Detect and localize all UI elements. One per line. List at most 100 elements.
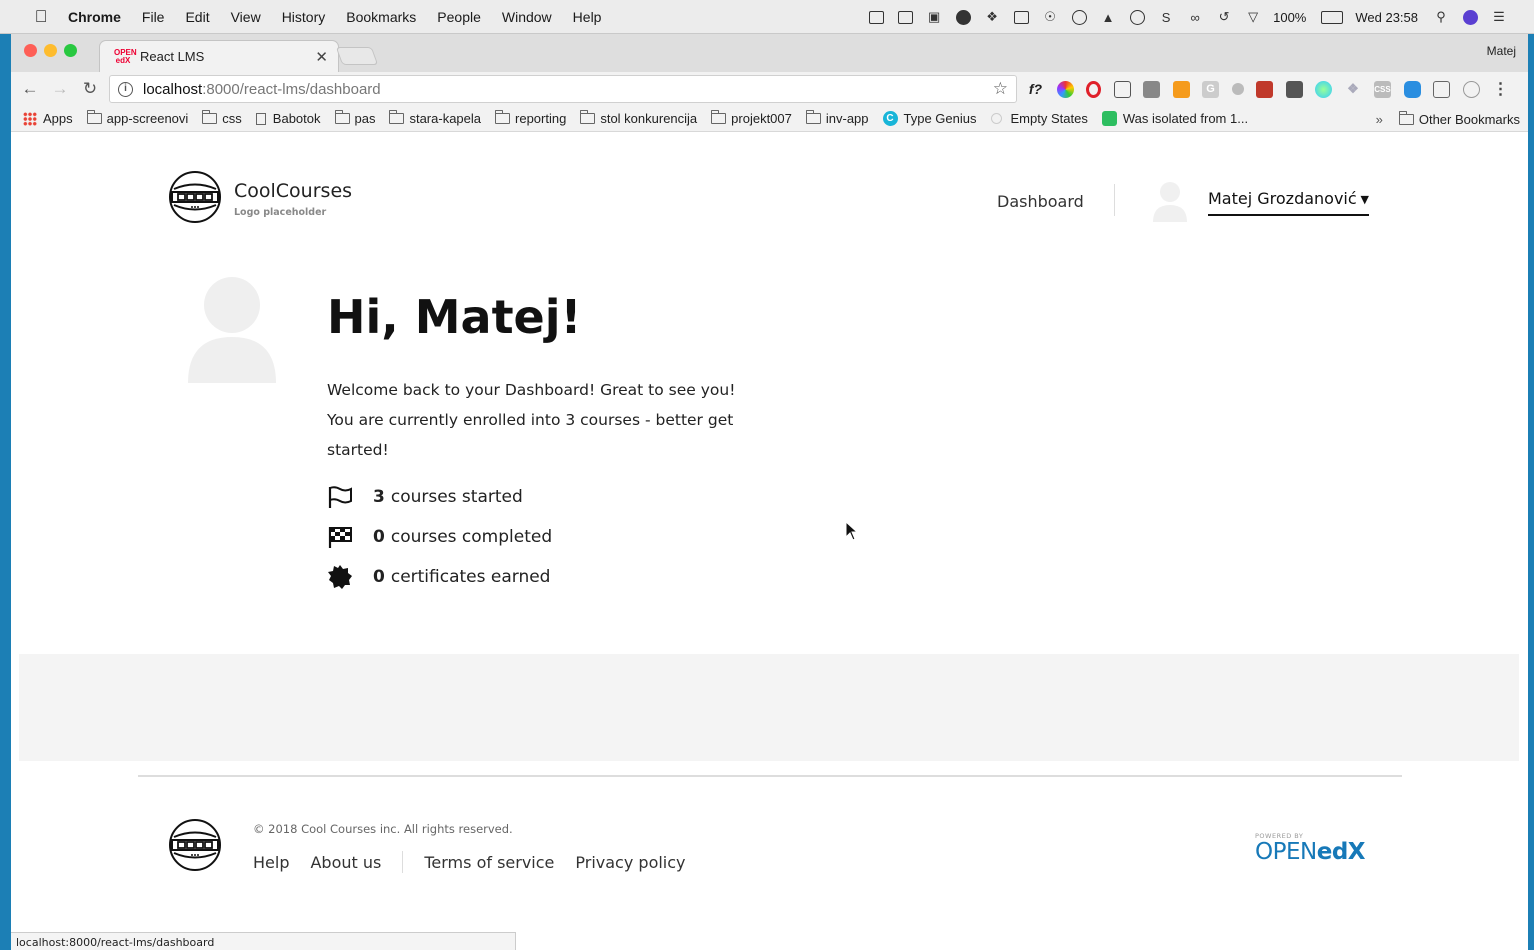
- profile-avatar-icon: [188, 277, 276, 383]
- menu-window[interactable]: Window: [502, 9, 552, 25]
- tab-react-lms[interactable]: OPEN edX React LMS ✕: [99, 40, 339, 72]
- chrome-menu-icon[interactable]: ⋮: [1492, 81, 1509, 98]
- stat-courses-completed: 0 courses completed: [327, 524, 552, 550]
- menu-history[interactable]: History: [282, 9, 326, 25]
- stat-count: 0: [373, 567, 385, 587]
- powered-by-openedx-logo[interactable]: POWERED BY OPENedX: [1255, 832, 1371, 866]
- ghostery-icon[interactable]: [1231, 83, 1244, 95]
- bookmark-apps[interactable]: Apps: [23, 111, 73, 126]
- bookmark-app-screenovi[interactable]: app-screenovi: [86, 110, 188, 126]
- menu-view[interactable]: View: [231, 9, 261, 25]
- music-icon[interactable]: [954, 9, 972, 25]
- footer-link-help[interactable]: Help: [253, 853, 289, 872]
- site-info-icon[interactable]: i: [118, 81, 133, 97]
- skype-icon[interactable]: S: [1157, 9, 1175, 25]
- window-minimize-button[interactable]: [44, 44, 57, 57]
- dropbox-ext-icon[interactable]: ❖: [1345, 81, 1362, 98]
- clock[interactable]: Wed 23:58: [1355, 10, 1418, 25]
- mouse-pointer-icon: [845, 521, 859, 541]
- bookmark-other-bookmarks[interactable]: Other Bookmarks: [1398, 110, 1520, 127]
- analytics-icon[interactable]: [1172, 80, 1190, 98]
- glasses-icon[interactable]: ∞: [1186, 9, 1204, 25]
- notification-center-icon[interactable]: ☰: [1490, 9, 1508, 25]
- colorzilla-icon[interactable]: [1315, 80, 1332, 98]
- bookmark-was-isolated[interactable]: Was isolated from 1...: [1101, 111, 1248, 126]
- color-picker-icon[interactable]: [1056, 80, 1074, 98]
- address-bar[interactable]: i localhost :8000/react-lms/dashboard ☆: [109, 75, 1017, 103]
- menu-bookmarks[interactable]: Bookmarks: [346, 9, 416, 25]
- bookmark-css[interactable]: css: [202, 110, 242, 126]
- time-machine-icon[interactable]: ↺: [1215, 9, 1233, 25]
- lastpass-icon[interactable]: [1256, 80, 1273, 98]
- bookmark-babotok[interactable]: Babotok: [255, 111, 321, 126]
- screen-record-icon[interactable]: [867, 9, 885, 25]
- user-avatar-icon[interactable]: [1151, 180, 1189, 222]
- kaleidoscope-icon[interactable]: [1012, 9, 1030, 25]
- menu-help[interactable]: Help: [573, 9, 602, 25]
- folder-icon: [202, 110, 218, 124]
- bookmark-projekt007[interactable]: projekt007: [711, 110, 792, 126]
- screenshot-icon[interactable]: [1113, 80, 1131, 98]
- openedx-open-text: OPEN: [1255, 839, 1317, 865]
- user-name: Matej Grozdanović: [1208, 189, 1357, 208]
- dropbox-icon[interactable]: ❖: [983, 9, 1001, 25]
- openedx-edx-text: edX: [1316, 839, 1366, 865]
- bookmark-app-icon[interactable]: [896, 9, 914, 25]
- footer-divider: [138, 775, 1402, 777]
- spotlight-search-icon[interactable]: ⚲: [1432, 9, 1450, 25]
- bookmark-reporting[interactable]: reporting: [495, 110, 566, 126]
- apps-icon: [23, 111, 37, 126]
- grammarly-icon[interactable]: G: [1202, 80, 1219, 98]
- logo-name[interactable]: CoolCourses: [234, 180, 352, 202]
- bookmarks-overflow-chevron[interactable]: »: [1376, 112, 1383, 127]
- footer-link-terms-of-service[interactable]: Terms of service: [424, 853, 554, 872]
- menu-people[interactable]: People: [437, 9, 481, 25]
- camera-icon[interactable]: [1143, 80, 1160, 98]
- docker-icon[interactable]: ▣: [925, 9, 943, 25]
- new-tab-button[interactable]: [335, 47, 379, 65]
- bookmark-empty-states[interactable]: Empty States: [990, 111, 1088, 126]
- footer-link-privacy-policy[interactable]: Privacy policy: [575, 853, 685, 872]
- window-close-button[interactable]: [24, 44, 37, 57]
- site-header: CoolCourses Logo placeholder Dashboard M…: [11, 132, 1528, 242]
- nav-dashboard-link[interactable]: Dashboard: [997, 192, 1084, 211]
- wifi-icon[interactable]: ▽: [1244, 9, 1262, 25]
- bookmark-pas[interactable]: pas: [334, 110, 375, 126]
- creative-cloud-icon[interactable]: [1070, 9, 1088, 25]
- menu-chrome[interactable]: Chrome: [68, 9, 121, 25]
- css-viewer-icon[interactable]: CSS: [1374, 80, 1391, 98]
- forward-arrow-icon[interactable]: →: [45, 79, 75, 99]
- bookmark-inv-app[interactable]: inv-app: [805, 110, 869, 126]
- bookmark-stara-kapela[interactable]: stara-kapela: [389, 110, 481, 126]
- menu-edit[interactable]: Edit: [185, 9, 209, 25]
- bookmark-stol-konkurencija[interactable]: stol konkurencija: [580, 110, 697, 126]
- battery-percent[interactable]: 100%: [1273, 10, 1306, 25]
- battery-icon[interactable]: [1320, 9, 1344, 25]
- back-arrow-icon[interactable]: ←: [15, 79, 45, 99]
- shield-check-icon[interactable]: ☉: [1041, 9, 1059, 25]
- fontface-ninja-icon[interactable]: f?: [1027, 81, 1044, 98]
- shield-ext-icon[interactable]: [1403, 80, 1421, 98]
- chrome-profile-name[interactable]: Matej: [1487, 44, 1516, 58]
- bookmarks-bar-right: » Other Bookmarks: [1376, 106, 1520, 132]
- circle-ext-icon[interactable]: [1462, 80, 1480, 98]
- vlc-icon[interactable]: ▲: [1099, 9, 1117, 25]
- apple-icon[interactable]: : [30, 7, 52, 27]
- footer-logo-icon[interactable]: [168, 818, 222, 872]
- coolcourses-logo-icon[interactable]: [168, 170, 222, 224]
- caret-down-icon: ▼: [1360, 193, 1369, 206]
- window-zoom-button[interactable]: [64, 44, 77, 57]
- menu-bar-tray: ▣ ❖ ☉ ▲ S ∞ ↺ ▽ 100% Wed 23:58 ⚲ ☰: [867, 0, 1534, 34]
- reload-icon[interactable]: ↻: [75, 79, 105, 99]
- tab-close-icon[interactable]: ✕: [315, 48, 328, 66]
- opera-icon[interactable]: [1086, 80, 1101, 98]
- footer-link-about-us[interactable]: About us: [310, 853, 381, 872]
- user-menu-dropdown[interactable]: Matej Grozdanović ▼: [1208, 189, 1369, 216]
- bookmark-star-icon[interactable]: ☆: [993, 79, 1008, 99]
- inbox-icon[interactable]: [1285, 80, 1303, 98]
- menu-file[interactable]: File: [142, 9, 165, 25]
- do-not-disturb-icon[interactable]: [1128, 9, 1146, 25]
- siri-icon[interactable]: [1461, 9, 1479, 25]
- bookmark-type-genius[interactable]: C Type Genius: [882, 111, 977, 126]
- tab-manager-icon[interactable]: [1433, 80, 1450, 98]
